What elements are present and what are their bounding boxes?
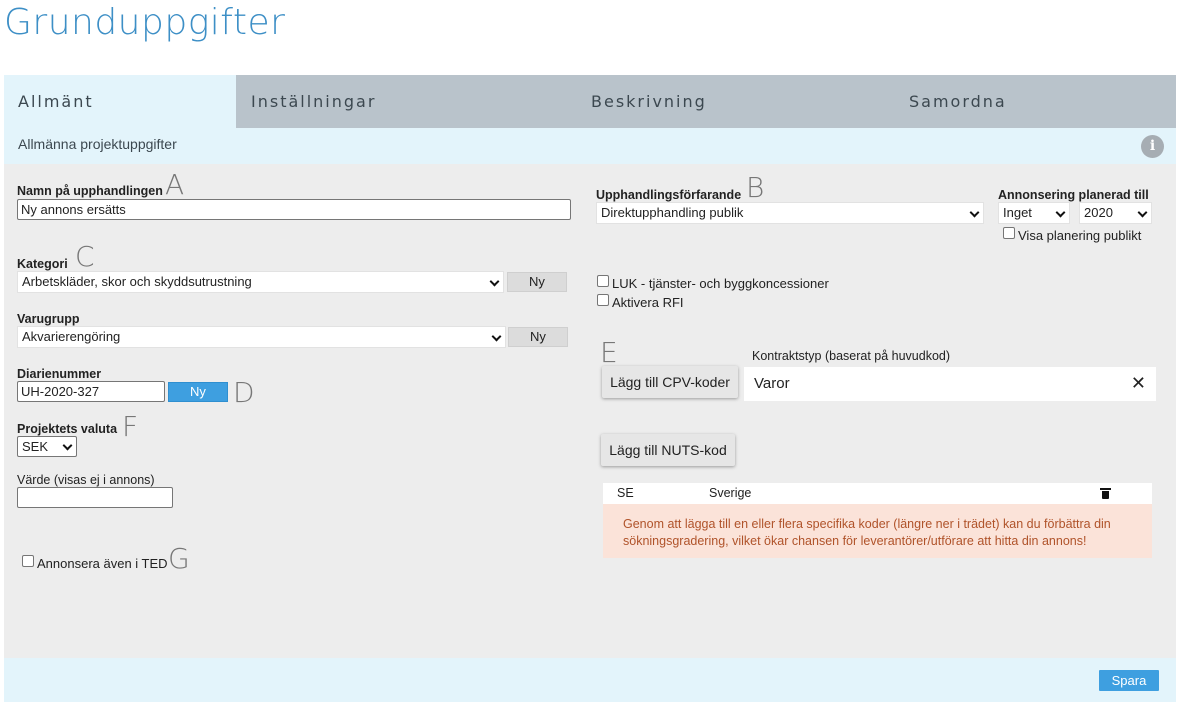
name-label: Namn på upphandlingen (17, 184, 163, 198)
chevron-down-icon (1137, 207, 1148, 218)
nuts-code: SE (617, 486, 634, 500)
visa-publikt-checkbox[interactable] (1003, 227, 1015, 239)
currency-select-value: SEK (22, 439, 49, 454)
contract-type-value: Varor (754, 375, 790, 392)
announcement-label: Annonsering planerad till (998, 188, 1149, 202)
chevron-down-icon (491, 331, 502, 342)
nuts-name: Sverige (709, 486, 752, 500)
form-panel (4, 164, 1176, 658)
section-title: Allmänna projektuppgifter (18, 136, 177, 152)
category-label: Kategori (17, 257, 68, 271)
announcement-period-select[interactable]: Inget (998, 202, 1070, 224)
annotation-b: B (746, 171, 765, 204)
amount-input[interactable] (17, 487, 173, 508)
annotation-c: C (75, 240, 95, 273)
footer-bar (4, 658, 1176, 702)
info-icon[interactable]: i (1141, 135, 1164, 158)
contract-type-field[interactable]: Varor ✕ (744, 367, 1156, 401)
category-new-button[interactable]: Ny (507, 272, 567, 292)
ted-checkbox[interactable] (22, 555, 34, 567)
diary-label: Diarienummer (17, 367, 102, 381)
tab-installningar[interactable]: Inställningar (251, 75, 376, 128)
procedure-label: Upphandlingsförfarande (596, 188, 742, 202)
product-group-select[interactable]: Akvarierengöring (17, 326, 506, 348)
product-group-new-button[interactable]: Ny (508, 327, 568, 347)
tab-samordna[interactable]: Samordna (909, 75, 1007, 128)
add-cpv-button[interactable]: Lägg till CPV-koder (602, 366, 738, 398)
luk-checkbox[interactable] (597, 275, 609, 287)
product-group-label: Varugrupp (17, 312, 80, 326)
chevron-down-icon (1055, 207, 1066, 218)
announcement-year-select[interactable]: 2020 (1079, 202, 1152, 224)
tab-bar: Allmänt Inställningar Beskrivning Samord… (4, 75, 1176, 128)
luk-label: LUK - tjänster- och byggkoncessioner (612, 276, 829, 291)
annotation-e: E (600, 336, 618, 369)
procedure-select[interactable]: Direktupphandling publik (596, 202, 984, 224)
section-header: Allmänna projektuppgifter i (4, 128, 1176, 164)
nuts-hint: Genom att lägga till en eller flera spec… (603, 504, 1152, 558)
annotation-f: F (122, 410, 139, 443)
chevron-down-icon (489, 276, 500, 287)
procedure-select-value: Direktupphandling publik (601, 205, 744, 220)
add-nuts-button[interactable]: Lägg till NUTS-kod (601, 434, 735, 466)
tab-allmant[interactable]: Allmänt (4, 75, 236, 128)
ted-label: Annonsera även i TED (37, 556, 168, 571)
annotation-d: D (233, 376, 255, 409)
trash-icon[interactable] (1100, 488, 1111, 499)
annotation-a: A (165, 168, 185, 201)
contract-type-label: Kontraktstyp (baserat på huvudkod) (752, 349, 951, 363)
annotation-g: G (168, 542, 190, 575)
diary-new-button[interactable]: Ny (168, 382, 228, 402)
announcement-period-value: Inget (1003, 205, 1032, 220)
name-input[interactable]: Ny annons ersätts (17, 199, 571, 220)
close-icon[interactable]: ✕ (1131, 374, 1146, 392)
category-select[interactable]: Arbetskläder, skor och skyddsutrustning (17, 271, 504, 293)
rfi-checkbox[interactable] (597, 294, 609, 306)
announcement-year-value: 2020 (1084, 205, 1113, 220)
currency-select[interactable]: SEK (17, 436, 77, 457)
page-title: Grunduppgifter (4, 2, 286, 43)
tab-beskrivning[interactable]: Beskrivning (591, 75, 707, 128)
amount-label: Värde (visas ej i annons) (17, 473, 155, 487)
product-group-select-value: Akvarierengöring (22, 329, 121, 344)
currency-label: Projektets valuta (17, 422, 118, 436)
category-select-value: Arbetskläder, skor och skyddsutrustning (22, 274, 252, 289)
chevron-down-icon (62, 440, 73, 451)
visa-publikt-label: Visa planering publikt (1018, 228, 1142, 243)
rfi-label: Aktivera RFI (612, 295, 684, 310)
save-button[interactable]: Spara (1099, 670, 1159, 691)
table-row: SE Sverige (603, 483, 1152, 504)
diary-input[interactable]: UH-2020-327 (17, 381, 165, 402)
chevron-down-icon (969, 207, 980, 218)
